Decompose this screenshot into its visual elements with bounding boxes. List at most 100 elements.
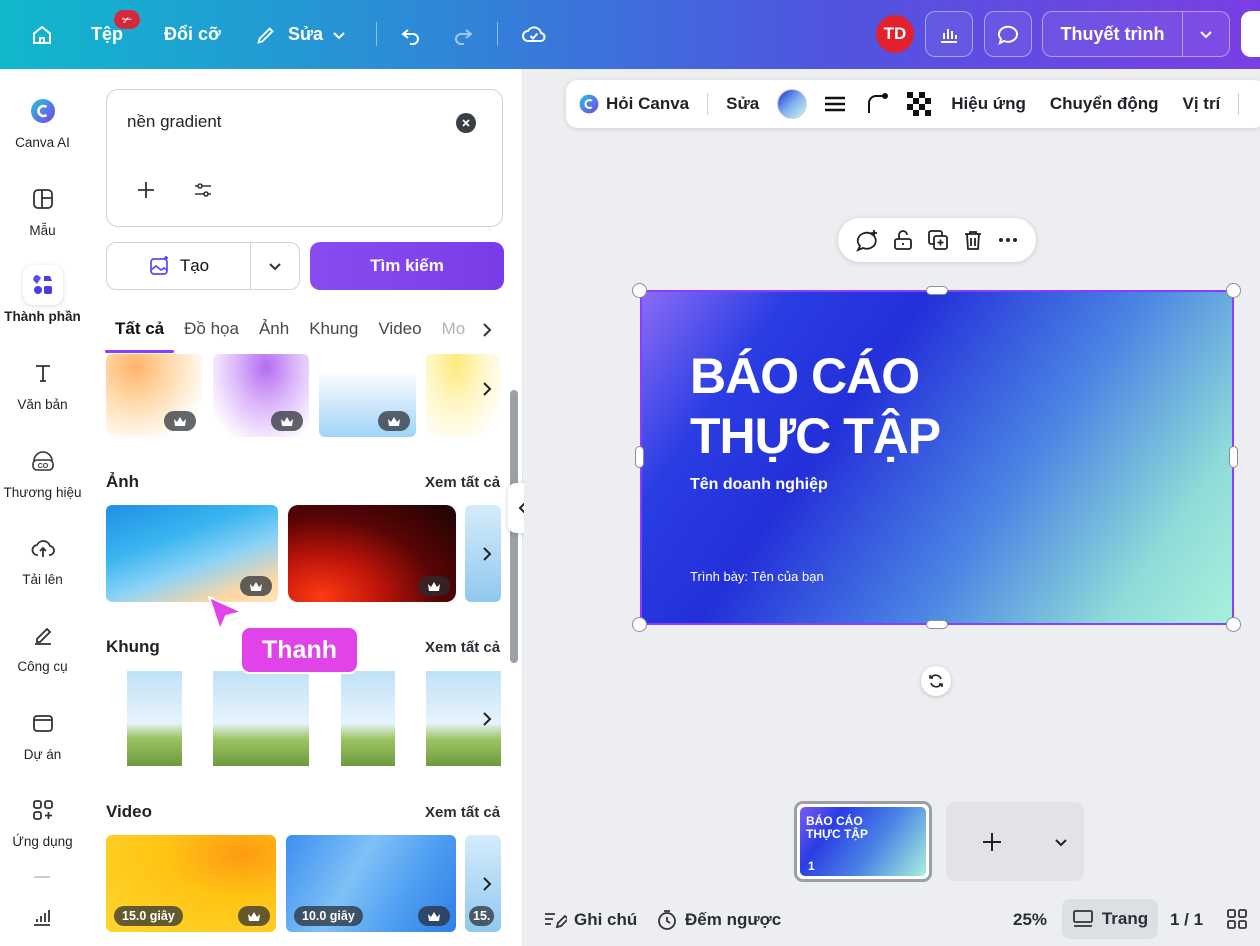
photo-thumb[interactable] — [106, 505, 278, 602]
edit-button[interactable]: Sửa — [708, 94, 777, 114]
timer-button[interactable]: Đếm ngược — [656, 902, 781, 938]
rail-item-templates[interactable]: Mẫu — [0, 179, 85, 238]
effects-button[interactable]: Hiệu ứng — [951, 94, 1050, 114]
frame-thumb[interactable] — [213, 671, 309, 766]
tab-more[interactable]: Mo — [432, 313, 476, 353]
corner-rounding-button[interactable] — [865, 92, 889, 116]
rail-item-projects[interactable]: Dự án — [0, 703, 85, 762]
rotate-handle[interactable] — [921, 666, 951, 696]
tab-photos[interactable]: Ảnh — [249, 313, 299, 353]
resize-handle[interactable] — [926, 620, 948, 629]
border-style-button[interactable] — [823, 94, 847, 114]
slide-title[interactable]: BÁO CÁO THỰC TẬP — [690, 346, 941, 466]
cloud-check-icon — [520, 21, 548, 49]
transparency-button[interactable] — [907, 92, 932, 116]
resize-handle[interactable] — [635, 446, 644, 468]
share-button[interactable] — [1241, 11, 1260, 57]
section-title-frames: Khung — [106, 637, 160, 656]
graphic-thumb[interactable] — [106, 354, 202, 437]
grid-view-button[interactable] — [1226, 908, 1248, 930]
ask-canva-button[interactable]: Hỏi Canva — [566, 93, 707, 115]
chevron-right-icon — [483, 382, 492, 396]
present-label[interactable]: Thuyết trình — [1043, 12, 1183, 56]
row-next-button[interactable] — [472, 869, 502, 899]
rail-item-canva-ai[interactable]: Canva AI — [0, 91, 85, 150]
rail-item-tools[interactable]: Công cụ — [0, 615, 85, 674]
analytics-button[interactable] — [925, 11, 973, 57]
row-next-button[interactable] — [472, 374, 502, 404]
add-page-options[interactable] — [1038, 834, 1084, 850]
tab-frames[interactable]: Khung — [299, 313, 368, 353]
more-button[interactable] — [996, 228, 1020, 252]
create-main[interactable]: Tạo — [107, 243, 251, 289]
chevron-down-icon — [331, 27, 347, 43]
resize-handle[interactable] — [632, 283, 647, 298]
rail-item-apps[interactable]: Ứng dụng — [0, 790, 85, 849]
photo-thumb[interactable] — [288, 505, 456, 602]
slide-subtitle[interactable]: Tên doanh nghiệp — [690, 476, 828, 494]
lock-button[interactable] — [891, 228, 915, 252]
tab-videos[interactable]: Video — [368, 313, 431, 353]
undo-button[interactable] — [397, 0, 425, 69]
create-options[interactable] — [251, 258, 299, 274]
position-button[interactable]: Vị trí — [1183, 94, 1239, 114]
resize-handle[interactable] — [1226, 617, 1241, 632]
create-button[interactable]: Tạo — [106, 242, 300, 290]
rail-chart-icon[interactable] — [30, 905, 54, 929]
graphic-thumb[interactable] — [319, 354, 416, 437]
duplicate-icon — [928, 230, 948, 250]
resize-handle[interactable] — [1229, 446, 1238, 468]
frame-thumb[interactable] — [341, 671, 395, 766]
rail-item-uploads[interactable]: Tải lên — [0, 528, 85, 587]
collaborator-cursor-icon — [206, 594, 244, 632]
resize-handle[interactable] — [632, 617, 647, 632]
notes-button[interactable]: Ghi chú — [543, 902, 637, 938]
see-all-frames[interactable]: Xem tất cả — [425, 639, 500, 656]
filter-button[interactable] — [188, 175, 218, 205]
avatar[interactable]: TD — [876, 15, 914, 53]
graphic-thumb[interactable] — [213, 354, 309, 437]
clear-search-button[interactable] — [456, 113, 476, 133]
redo-button[interactable] — [449, 0, 477, 69]
rail-item-elements[interactable]: Thành phần — [0, 265, 85, 324]
add-button[interactable] — [131, 175, 161, 205]
duplicate-button[interactable] — [926, 228, 950, 252]
rail-item-brand[interactable]: CO Thương hiệu — [0, 441, 85, 500]
see-all-photos[interactable]: Xem tất cả — [425, 474, 500, 491]
tab-graphics[interactable]: Đồ họa — [174, 313, 249, 353]
pages-button[interactable]: Trang — [1062, 899, 1158, 939]
video-thumb[interactable]: 15.0 giây — [106, 835, 276, 932]
comments-button[interactable] — [984, 11, 1032, 57]
video-thumb[interactable]: 10.0 giây — [286, 835, 456, 932]
search-input[interactable] — [127, 112, 447, 132]
save-status[interactable] — [520, 0, 548, 69]
animate-button[interactable]: Chuyển động — [1050, 94, 1183, 114]
resize-menu[interactable]: Đổi cỡ — [164, 0, 221, 69]
search-box[interactable] — [106, 89, 503, 227]
tabs-scroll-right[interactable] — [480, 321, 494, 339]
search-button[interactable]: Tìm kiếm — [310, 242, 504, 290]
slide-canvas[interactable]: BÁO CÁO THỰC TẬP Tên doanh nghiệp Trình … — [640, 290, 1234, 625]
edit-menu[interactable]: Sửa — [252, 0, 347, 69]
add-page-plus[interactable] — [946, 831, 1038, 853]
row-next-button[interactable] — [472, 539, 502, 569]
add-page-button[interactable] — [946, 802, 1084, 881]
present-options[interactable] — [1183, 26, 1229, 42]
add-comment-button[interactable] — [854, 227, 880, 253]
slide-presenter[interactable]: Trình bày: Tên của bạn — [690, 569, 824, 584]
resize-handle[interactable] — [1226, 283, 1241, 298]
page-thumbnail[interactable]: BÁO CÁO THỰC TẬP 1 — [794, 801, 932, 882]
rail-item-text[interactable]: Văn bản — [0, 353, 85, 412]
svg-text:CO: CO — [37, 463, 48, 470]
row-next-button[interactable] — [472, 704, 502, 734]
present-button[interactable]: Thuyết trình — [1042, 11, 1230, 57]
see-all-videos[interactable]: Xem tất cả — [425, 804, 500, 821]
chevron-down-icon — [1055, 838, 1067, 846]
frame-thumb[interactable] — [127, 671, 182, 766]
color-swatch[interactable] — [777, 89, 808, 119]
delete-button[interactable] — [961, 228, 985, 252]
tab-all[interactable]: Tất cả — [105, 313, 175, 353]
zoom-level[interactable]: 25% — [1013, 902, 1047, 938]
home-button[interactable] — [28, 0, 56, 69]
resize-handle[interactable] — [926, 286, 948, 295]
